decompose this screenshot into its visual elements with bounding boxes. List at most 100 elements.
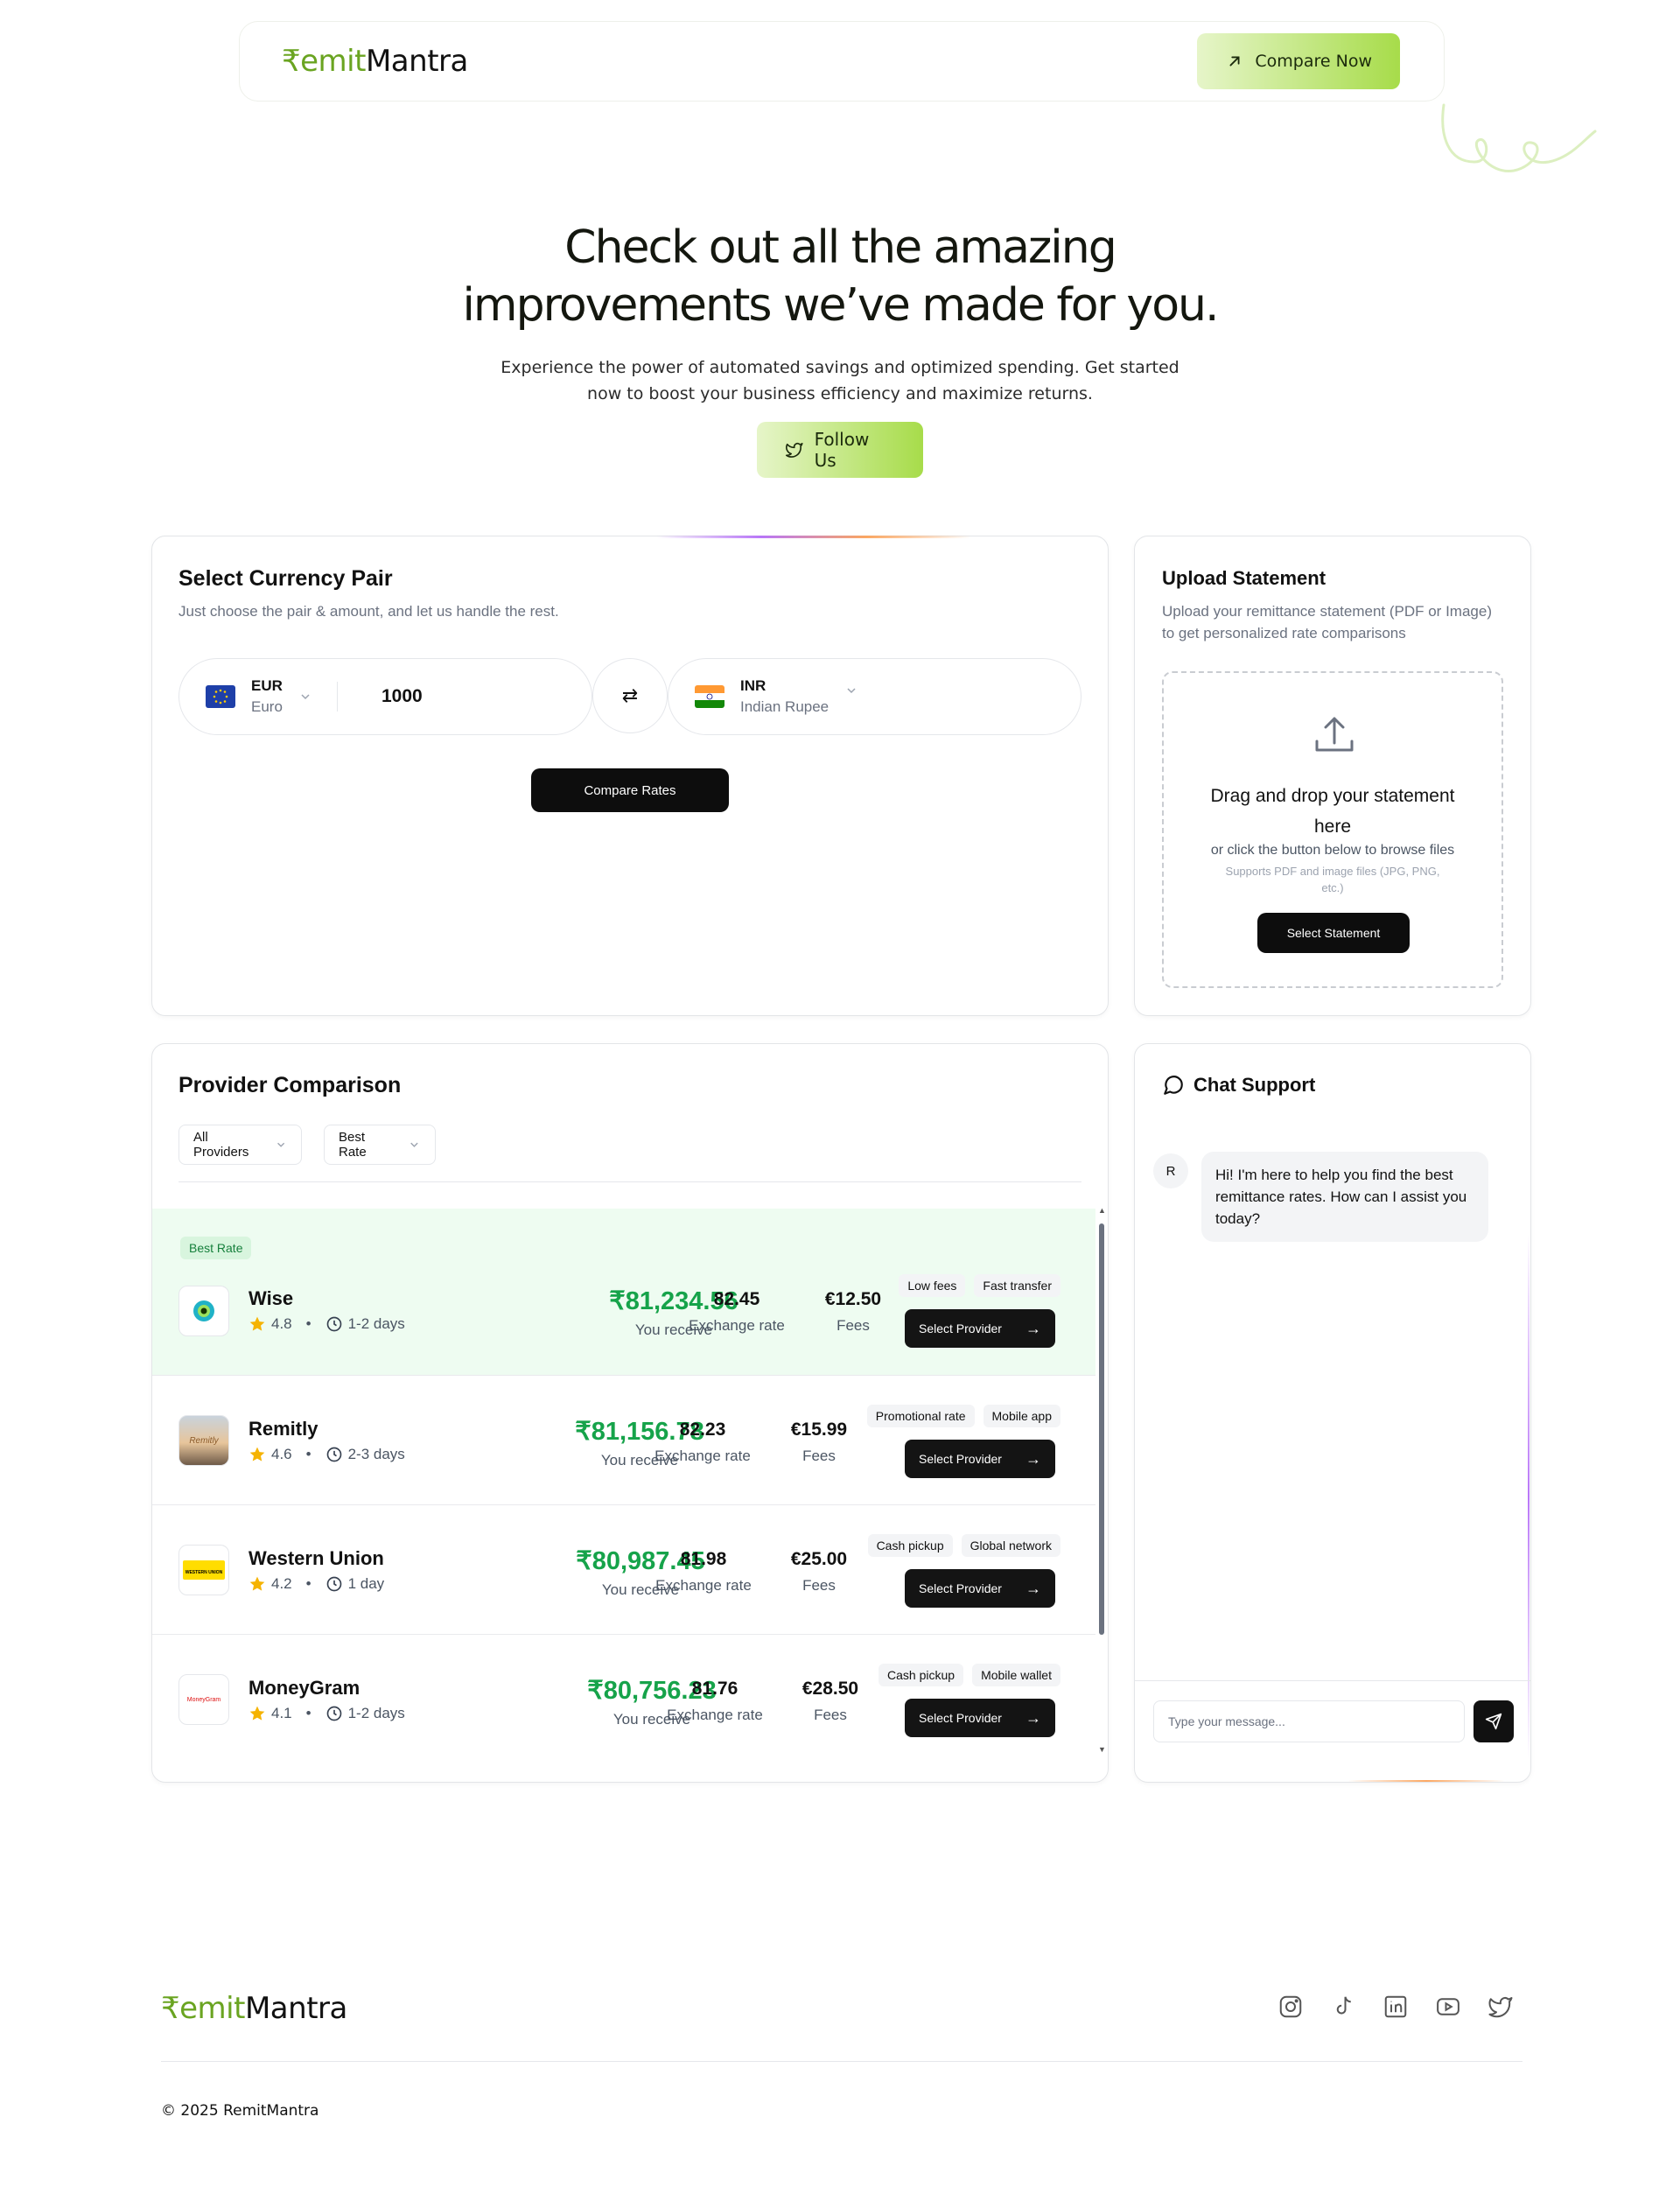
provider-tags: Cash pickup Mobile wallet — [878, 1664, 1060, 1686]
hero-subtitle: Experience the power of automated saving… — [490, 354, 1190, 407]
india-flag-icon — [695, 685, 724, 708]
select-provider-button[interactable]: Select Provider → — [905, 1699, 1055, 1737]
arrow-right-icon: → — [1026, 1579, 1041, 1597]
twitter-icon[interactable] — [1488, 1994, 1514, 2020]
chat-bubble-icon — [1164, 1076, 1183, 1095]
tag: Mobile app — [983, 1405, 1060, 1427]
from-currency-select[interactable]: EUR Euro — [179, 677, 328, 716]
sort-select[interactable]: Best Rate — [324, 1125, 436, 1165]
upload-card-title: Upload Statement — [1162, 567, 1326, 589]
provider-meta: 4.2 • 1 day — [248, 1575, 384, 1593]
chat-glow-bottom — [1348, 1780, 1505, 1782]
logo[interactable]: ₹ emit Mantra — [282, 44, 468, 79]
fees-value: €25.00 — [790, 1549, 848, 1569]
meta-dot: • — [305, 1315, 312, 1332]
chat-message-input[interactable]: Type your message... — [1153, 1700, 1465, 1742]
scroll-thumb[interactable] — [1099, 1223, 1104, 1635]
arrow-right-icon: → — [1026, 1449, 1041, 1468]
star-icon — [249, 1447, 265, 1461]
provider-time: 1-2 days — [347, 1705, 405, 1721]
select-statement-button[interactable]: Select Statement — [1257, 913, 1410, 953]
fees-value: €12.50 — [824, 1289, 882, 1309]
follow-us-button[interactable]: Follow Us — [757, 422, 923, 478]
select-provider-label: Select Provider — [919, 1452, 1002, 1466]
to-currency-select[interactable]: INR Indian Rupee — [668, 658, 1082, 735]
linkedin-icon[interactable] — [1382, 1994, 1409, 2020]
fees: €15.99 Fees — [758, 1419, 880, 1465]
exchange-rate: 81.98 Exchange rate — [642, 1549, 765, 1595]
upload-icon — [1315, 717, 1354, 752]
swap-icon: ⇄ — [621, 684, 639, 706]
scroll-down-arrow[interactable]: ▼ — [1098, 1745, 1106, 1754]
from-currency-group: EUR Euro 1000 — [178, 658, 592, 735]
rate-label: Exchange rate — [689, 1317, 785, 1334]
provider-rating: 4.1 — [271, 1705, 292, 1721]
dropzone-browse-hint: or click the button below to browse file… — [1210, 843, 1455, 858]
meta-dot: • — [305, 1575, 312, 1592]
upload-subtitle-line1: Upload your remittance statement (PDF or… — [1162, 603, 1492, 620]
provider-row-western-union[interactable]: WESTERN UNION Western Union 4.2 • 1 day … — [152, 1504, 1096, 1634]
dropzone-title: Drag and drop your statement here — [1164, 781, 1502, 842]
rate-label: Exchange rate — [655, 1577, 752, 1594]
arrow-right-icon: → — [1026, 1319, 1041, 1337]
amount-input[interactable]: 1000 — [382, 686, 423, 707]
footer-logo-rupee: ₹ — [161, 1991, 180, 2026]
rate-value: 82.45 — [713, 1289, 760, 1309]
rate-label: Exchange rate — [667, 1707, 763, 1723]
chat-title: Chat Support — [1194, 1074, 1316, 1096]
decorative-squiggle — [1441, 103, 1597, 172]
fees: €25.00 Fees — [758, 1549, 880, 1595]
compare-now-label: Compare Now — [1255, 52, 1372, 71]
select-provider-label: Select Provider — [919, 1711, 1002, 1725]
copyright-text: © 2025 RemitMantra — [161, 2102, 319, 2120]
provider-row-wise[interactable]: Best Rate Wise 4.8 • 1-2 days ₹81,234.56… — [152, 1209, 1096, 1375]
star-icon — [249, 1576, 265, 1591]
provider-tags: Promotional rate Mobile app — [866, 1405, 1060, 1427]
assistant-avatar: R — [1153, 1153, 1188, 1188]
tag: Low fees — [899, 1274, 966, 1297]
swap-currencies-button[interactable]: ⇄ — [592, 658, 668, 733]
provider-list-scrollbar[interactable]: ▲ ▼ — [1096, 1206, 1107, 1761]
tag: Cash pickup — [867, 1534, 953, 1557]
supports-line2: etc.) — [1321, 881, 1344, 894]
supports-line1: Supports PDF and image files (JPG, PNG, — [1225, 865, 1440, 878]
clock-icon — [326, 1447, 341, 1462]
footer-logo[interactable]: ₹ emit Mantra — [161, 1991, 347, 2026]
select-provider-button[interactable]: Select Provider → — [905, 1440, 1055, 1478]
chevron-down-icon — [276, 1142, 284, 1147]
scroll-up-arrow[interactable]: ▲ — [1098, 1206, 1106, 1215]
tiktok-icon[interactable] — [1330, 1994, 1356, 2020]
dropzone-title-line1: Drag and drop your statement — [1210, 786, 1455, 806]
provider-filter-label: All Providers — [193, 1130, 249, 1160]
logo-mantra: Mantra — [365, 44, 468, 79]
instagram-icon[interactable] — [1278, 1994, 1304, 2020]
provider-filter-select[interactable]: All Providers — [178, 1125, 302, 1165]
select-provider-button[interactable]: Select Provider → — [905, 1309, 1055, 1348]
provider-name: MoneyGram — [248, 1677, 360, 1699]
provider-meta: 4.1 • 1-2 days — [248, 1705, 405, 1722]
sort-label: Best Rate — [339, 1130, 367, 1160]
provider-row-remitly[interactable]: Remitly Remitly 4.6 • 2-3 days ₹81,156.7… — [152, 1375, 1096, 1504]
provider-comparison-title: Provider Comparison — [178, 1073, 402, 1097]
meta-dot: • — [305, 1705, 312, 1721]
provider-row-moneygram[interactable]: MoneyGram MoneyGram 4.1 • 1-2 days ₹80,7… — [152, 1634, 1096, 1763]
statement-dropzone[interactable]: Drag and drop your statement here or cli… — [1162, 671, 1503, 988]
youtube-icon[interactable] — [1435, 1994, 1461, 2020]
select-provider-button[interactable]: Select Provider → — [905, 1569, 1055, 1608]
select-provider-label: Select Provider — [919, 1581, 1002, 1595]
compare-rates-button[interactable]: Compare Rates — [531, 768, 729, 812]
tag: Global network — [961, 1534, 1060, 1557]
compare-now-button[interactable]: Compare Now — [1197, 33, 1400, 89]
send-message-button[interactable] — [1474, 1700, 1514, 1742]
provider-tags: Low fees Fast transfer — [899, 1274, 1060, 1297]
provider-name: Remitly — [248, 1418, 318, 1440]
tag: Cash pickup — [878, 1664, 964, 1686]
exchange-rate: 82.45 Exchange rate — [676, 1289, 798, 1335]
rate-value: 82.23 — [679, 1419, 726, 1440]
to-currency-code: INR — [740, 677, 766, 694]
arrow-right-icon: → — [1026, 1708, 1041, 1727]
hero-subtitle-line1: Experience the power of automated saving… — [500, 358, 1180, 377]
provider-time: 2-3 days — [347, 1446, 405, 1462]
from-currency-code: EUR — [251, 677, 283, 694]
fees: €28.50 Fees — [769, 1679, 892, 1724]
